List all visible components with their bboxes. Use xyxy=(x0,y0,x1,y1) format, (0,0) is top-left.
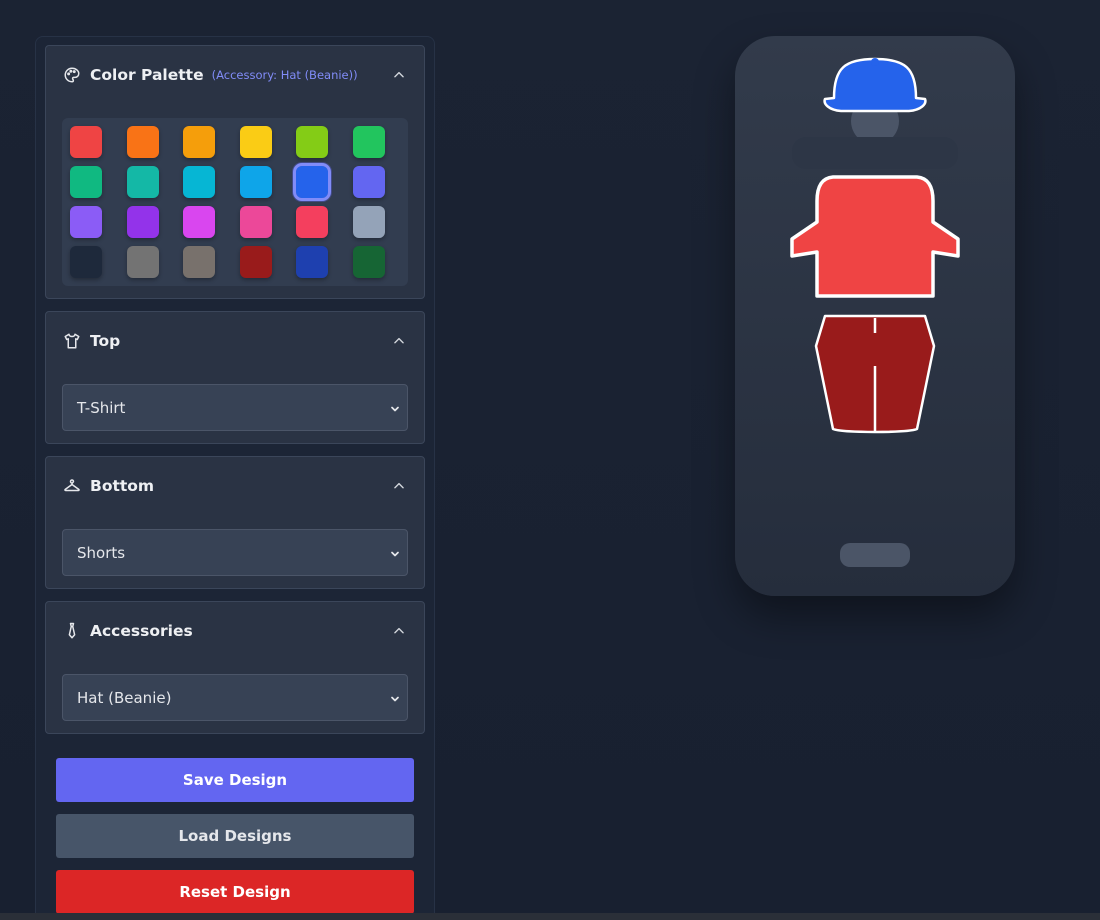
tie-icon xyxy=(62,621,82,641)
top-title: Top xyxy=(90,332,121,350)
bottom-select[interactable]: Shorts xyxy=(62,529,408,576)
color-swatch[interactable] xyxy=(239,126,272,158)
color-palette-panel: Color Palette (Accessory: Hat (Beanie)) xyxy=(45,45,425,299)
color-palette-title: Color Palette xyxy=(90,66,204,84)
color-swatch[interactable] xyxy=(296,246,328,278)
chevron-down-icon xyxy=(389,401,401,415)
color-swatch[interactable] xyxy=(183,126,215,158)
bottom-header[interactable]: Bottom xyxy=(46,457,424,515)
window-bottom-edge xyxy=(0,913,1100,920)
chevron-down-icon xyxy=(389,691,401,705)
top-header[interactable]: Top xyxy=(46,312,424,370)
color-swatch[interactable] xyxy=(126,126,159,158)
color-swatch[interactable] xyxy=(352,246,385,278)
color-swatch[interactable] xyxy=(126,246,159,278)
chevron-down-icon xyxy=(389,546,401,560)
palette-icon xyxy=(62,65,82,85)
color-swatch[interactable] xyxy=(352,206,385,238)
mannequin-svg xyxy=(790,57,960,434)
color-swatch[interactable] xyxy=(296,126,328,158)
top-tshirt[interactable] xyxy=(790,175,960,298)
color-swatch[interactable] xyxy=(352,126,385,158)
top-panel: Top T-Shirt xyxy=(45,311,425,444)
color-swatch[interactable] xyxy=(239,206,272,238)
hat-beanie[interactable] xyxy=(823,57,927,113)
color-swatch[interactable] xyxy=(239,246,272,278)
chevron-up-icon[interactable] xyxy=(390,332,408,350)
hanger-icon xyxy=(62,476,82,496)
color-swatch[interactable] xyxy=(70,166,102,198)
bottom-select-value: Shorts xyxy=(77,543,126,562)
load-designs-button[interactable]: Load Designs xyxy=(56,814,414,858)
accessories-select[interactable]: Hat (Beanie) xyxy=(62,674,408,721)
color-swatch[interactable] xyxy=(126,166,159,198)
sidebar: Color Palette (Accessory: Hat (Beanie)) … xyxy=(35,36,435,920)
app-root: Color Palette (Accessory: Hat (Beanie)) … xyxy=(0,0,1100,920)
save-design-button[interactable]: Save Design xyxy=(56,758,414,802)
color-swatch[interactable] xyxy=(183,206,215,238)
bottom-panel: Bottom Shorts xyxy=(45,456,425,589)
shirt-icon xyxy=(62,331,82,351)
top-select-value: T-Shirt xyxy=(77,398,126,417)
accessories-select-value: Hat (Beanie) xyxy=(77,688,172,707)
color-swatch[interactable] xyxy=(70,206,102,238)
color-swatch[interactable] xyxy=(183,166,215,198)
reset-design-button[interactable]: Reset Design xyxy=(56,870,414,914)
color-swatch[interactable] xyxy=(293,163,331,201)
color-swatch[interactable] xyxy=(296,206,328,238)
chevron-up-icon[interactable] xyxy=(390,66,408,84)
preview-home-button[interactable] xyxy=(840,543,910,567)
chevron-up-icon[interactable] xyxy=(390,477,408,495)
accessories-title: Accessories xyxy=(90,622,193,640)
color-swatch[interactable] xyxy=(183,246,215,278)
color-swatch[interactable] xyxy=(70,126,102,158)
color-palette-header[interactable]: Color Palette (Accessory: Hat (Beanie)) xyxy=(46,46,424,104)
bottom-title: Bottom xyxy=(90,477,155,495)
outfit-preview xyxy=(735,36,1015,596)
color-swatch[interactable] xyxy=(126,206,159,238)
chevron-up-icon[interactable] xyxy=(390,622,408,640)
mannequin-shoulders xyxy=(792,137,958,169)
color-palette-context: (Accessory: Hat (Beanie)) xyxy=(211,68,358,82)
color-swatch[interactable] xyxy=(70,246,102,278)
top-select[interactable]: T-Shirt xyxy=(62,384,408,431)
color-swatch-grid xyxy=(62,118,408,286)
accessories-header[interactable]: Accessories xyxy=(46,602,424,660)
accessories-panel: Accessories Hat (Beanie) xyxy=(45,601,425,734)
color-swatch[interactable] xyxy=(352,166,385,198)
color-swatch[interactable] xyxy=(239,166,272,198)
